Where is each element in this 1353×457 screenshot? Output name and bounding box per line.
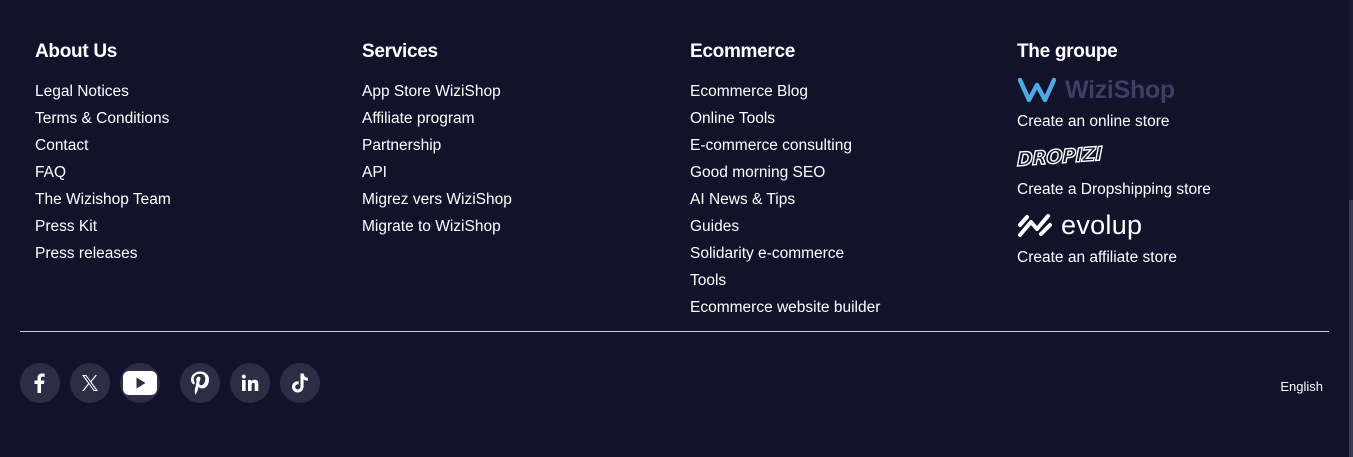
wizishop-wordmark: WiziShop <box>1065 75 1175 104</box>
dropizi-wordmark: DROPIZI <box>1016 142 1102 171</box>
social-links <box>20 363 330 403</box>
link-legal-notices[interactable]: Legal Notices <box>35 83 129 100</box>
tiktok-icon[interactable] <box>280 363 320 403</box>
wizishop-logo: WiziShop <box>1017 74 1211 106</box>
link-tools[interactable]: Tools <box>690 272 726 289</box>
dropizi-logo: DROPIZI <box>1016 140 1211 174</box>
link-ecommerce-consulting[interactable]: E-commerce consulting <box>690 137 852 154</box>
link-migrez-vers-wizishop[interactable]: Migrez vers WiziShop <box>362 191 512 208</box>
dropizi-brand-link[interactable]: DROPIZI Create a Dropshipping store <box>1016 140 1211 202</box>
facebook-icon[interactable] <box>20 363 60 403</box>
x-icon[interactable] <box>70 363 110 403</box>
link-guides[interactable]: Guides <box>690 218 739 235</box>
evolup-mark-icon <box>1018 214 1052 237</box>
page-scrollbar[interactable] <box>1349 0 1353 457</box>
link-good-morning-seo[interactable]: Good morning SEO <box>690 164 825 181</box>
link-api[interactable]: API <box>362 164 387 181</box>
language-selector[interactable]: English <box>1280 379 1323 394</box>
footer-column-groupe: The groupe WiziShop Create an online sto… <box>1016 40 1211 276</box>
column-title-services: Services <box>362 41 438 62</box>
link-partnership[interactable]: Partnership <box>362 137 441 154</box>
evolup-caption: Create an affiliate store <box>1017 249 1177 266</box>
link-contact[interactable]: Contact <box>35 137 88 154</box>
link-faq[interactable]: FAQ <box>35 164 66 181</box>
footer-divider <box>20 331 1329 332</box>
evolup-logo: evolup <box>1017 208 1211 242</box>
link-app-store[interactable]: App Store WiziShop <box>362 83 501 100</box>
column-title-about: About Us <box>35 41 118 62</box>
link-wizishop-team[interactable]: The Wizishop Team <box>35 191 171 208</box>
footer-column-about: About Us Legal Notices Terms & Condition… <box>35 40 171 267</box>
evolup-wordmark: evolup <box>1061 209 1143 240</box>
link-website-builder[interactable]: Ecommerce website builder <box>690 299 880 316</box>
evolup-brand-link[interactable]: evolup Create an affiliate store <box>1017 208 1211 270</box>
column-title-groupe: The groupe <box>1017 41 1118 62</box>
link-press-releases[interactable]: Press releases <box>35 245 138 262</box>
wizishop-w-icon <box>1017 77 1057 103</box>
link-ecommerce-blog[interactable]: Ecommerce Blog <box>690 83 808 100</box>
youtube-icon[interactable] <box>120 363 160 403</box>
pinterest-icon[interactable] <box>180 363 220 403</box>
wizishop-brand-link[interactable]: WiziShop Create an online store <box>1017 74 1211 134</box>
link-affiliate-program[interactable]: Affiliate program <box>362 110 475 127</box>
link-migrate-to-wizishop[interactable]: Migrate to WiziShop <box>362 218 501 235</box>
link-ai-news-tips[interactable]: AI News & Tips <box>690 191 795 208</box>
footer-column-ecommerce: Ecommerce Ecommerce Blog Online Tools E-… <box>690 40 880 321</box>
dropizi-caption: Create a Dropshipping store <box>1017 181 1211 198</box>
link-online-tools[interactable]: Online Tools <box>690 110 775 127</box>
link-press-kit[interactable]: Press Kit <box>35 218 97 235</box>
link-solidarity-ecommerce[interactable]: Solidarity e-commerce <box>690 245 844 262</box>
link-terms-conditions[interactable]: Terms & Conditions <box>35 110 169 127</box>
footer-column-services: Services App Store WiziShop Affiliate pr… <box>362 40 512 240</box>
column-title-ecommerce: Ecommerce <box>690 41 796 62</box>
linkedin-icon[interactable] <box>230 363 270 403</box>
wizishop-caption: Create an online store <box>1017 113 1170 130</box>
scrollbar-thumb[interactable] <box>1349 200 1353 457</box>
